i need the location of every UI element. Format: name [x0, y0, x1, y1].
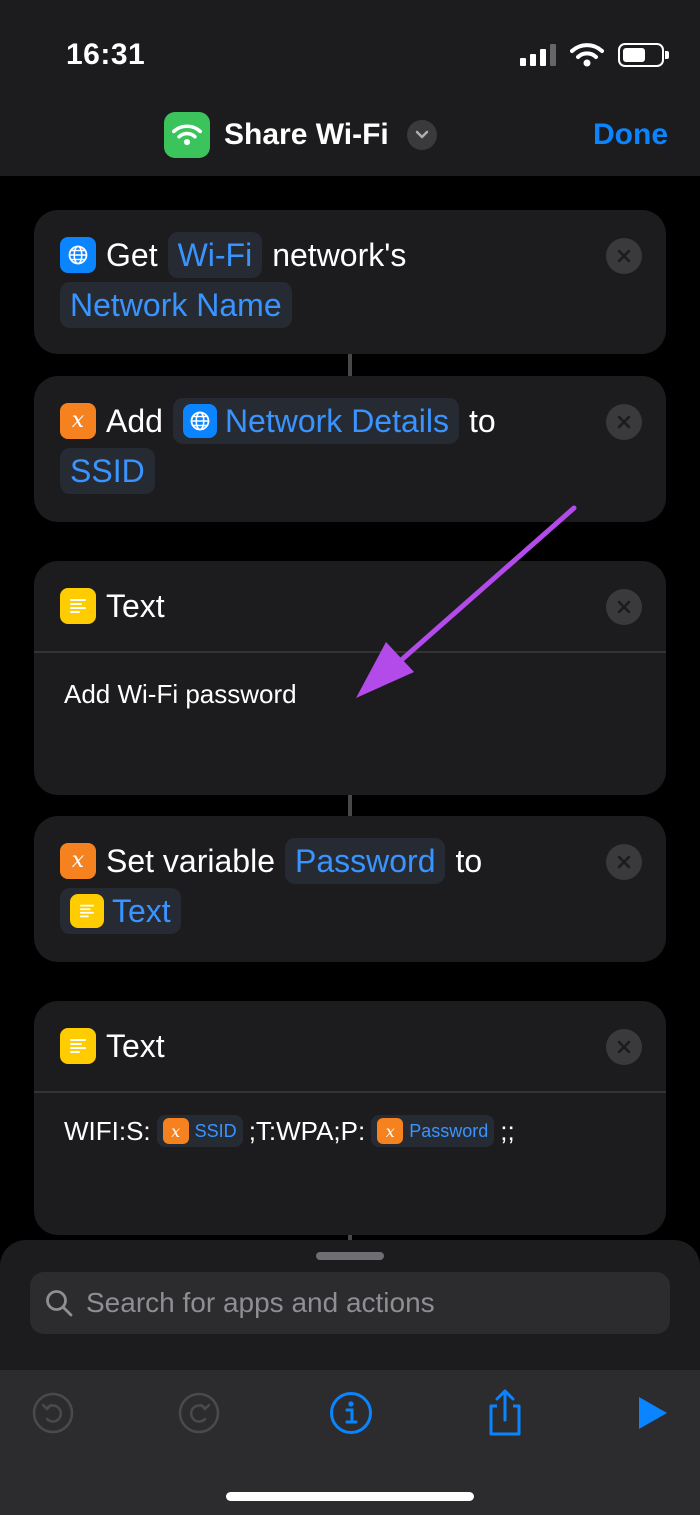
editor-toolbar	[0, 1370, 700, 1515]
search-icon	[46, 1290, 73, 1317]
cellular-signal-icon	[520, 44, 556, 66]
wifi-status-icon	[570, 43, 604, 67]
battery-icon	[618, 43, 669, 67]
play-icon[interactable]	[628, 1390, 674, 1436]
sheet-grabber[interactable]	[316, 1252, 384, 1260]
shortcut-title: Share Wi-Fi	[224, 118, 389, 151]
shortcut-title-menu[interactable]: Share Wi-Fi	[164, 112, 437, 158]
status-icons	[520, 42, 669, 68]
chevron-down-icon	[406, 120, 437, 150]
wifi-icon	[164, 112, 210, 158]
search-field[interactable]	[30, 1272, 670, 1334]
search-input[interactable]	[86, 1287, 646, 1319]
done-button[interactable]: Done	[593, 118, 668, 152]
home-indicator	[226, 1492, 474, 1501]
undo-icon[interactable]	[30, 1390, 76, 1436]
redo-icon[interactable]	[176, 1390, 222, 1436]
share-icon[interactable]	[482, 1389, 528, 1436]
info-icon[interactable]	[328, 1390, 374, 1436]
shortcut-editor-canvas: Get Wi-Fi network's Network Name x Add N…	[0, 176, 700, 1246]
status-bar: 16:31	[0, 0, 700, 100]
annotation-arrow	[356, 505, 577, 698]
nav-bar: Share Wi-Fi Done	[0, 100, 700, 176]
status-time: 16:31	[66, 38, 146, 71]
